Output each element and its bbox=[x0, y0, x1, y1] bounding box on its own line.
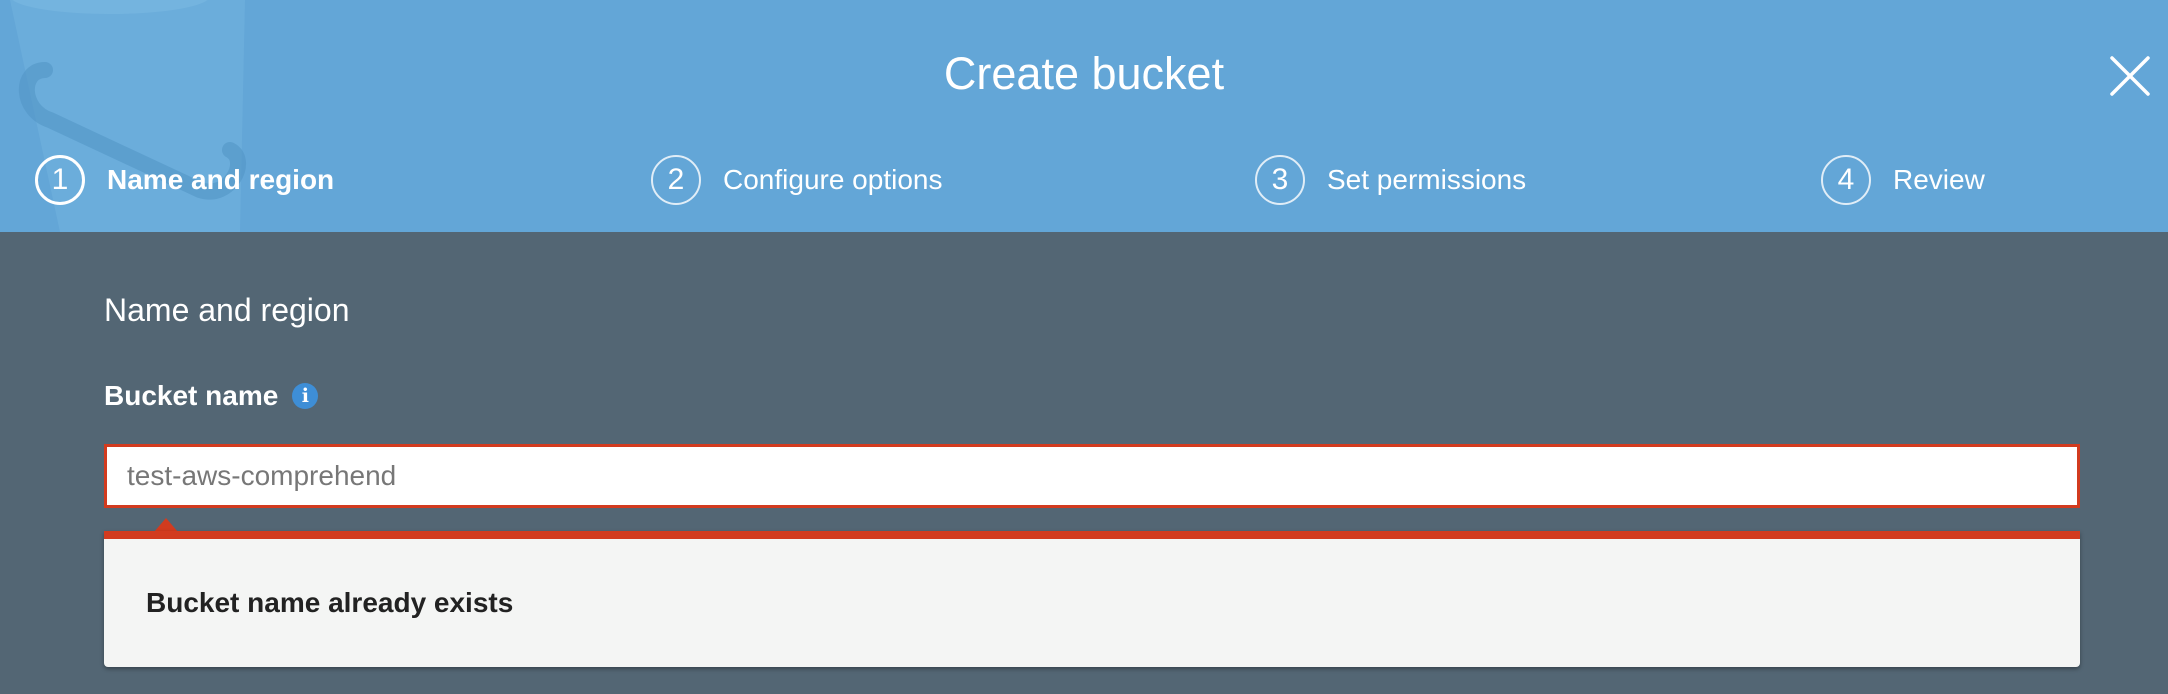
error-pointer bbox=[154, 518, 178, 532]
step-label: Configure options bbox=[723, 164, 943, 195]
create-bucket-dialog: Create bucket 1 Name and region 2 Config… bbox=[0, 0, 2168, 694]
bucket-name-label: Bucket name bbox=[104, 380, 279, 411]
dialog-header: Create bucket 1 Name and region 2 Config… bbox=[0, 0, 2168, 232]
step-label: Set permissions bbox=[1327, 164, 1527, 195]
close-icon[interactable] bbox=[2108, 54, 2152, 98]
error-message-box: Bucket name already exists bbox=[104, 531, 2080, 667]
step-number: 4 bbox=[1821, 155, 1871, 205]
step-label: Name and region bbox=[107, 164, 335, 195]
dialog-title: Create bucket bbox=[943, 48, 1225, 99]
step-number: 1 bbox=[35, 155, 85, 205]
info-icon[interactable]: i bbox=[292, 383, 319, 409]
step-number: 3 bbox=[1255, 155, 1305, 205]
step-number: 2 bbox=[651, 155, 701, 205]
section-title: Name and region bbox=[104, 292, 350, 328]
step-label: Review bbox=[1893, 164, 1985, 195]
step-configure-options[interactable]: 2 Configure options bbox=[651, 152, 942, 208]
error-message: Bucket name already exists bbox=[146, 587, 514, 618]
step-name-and-region[interactable]: 1 Name and region bbox=[35, 152, 334, 208]
step-review[interactable]: 4 Review bbox=[1821, 152, 1985, 208]
wizard-steps: 1 Name and region 2 Configure options 3 … bbox=[0, 152, 2168, 208]
step-set-permissions[interactable]: 3 Set permissions bbox=[1255, 152, 1526, 208]
bucket-name-label-row: Bucket name i bbox=[104, 376, 319, 416]
bucket-name-input[interactable] bbox=[104, 444, 2080, 508]
